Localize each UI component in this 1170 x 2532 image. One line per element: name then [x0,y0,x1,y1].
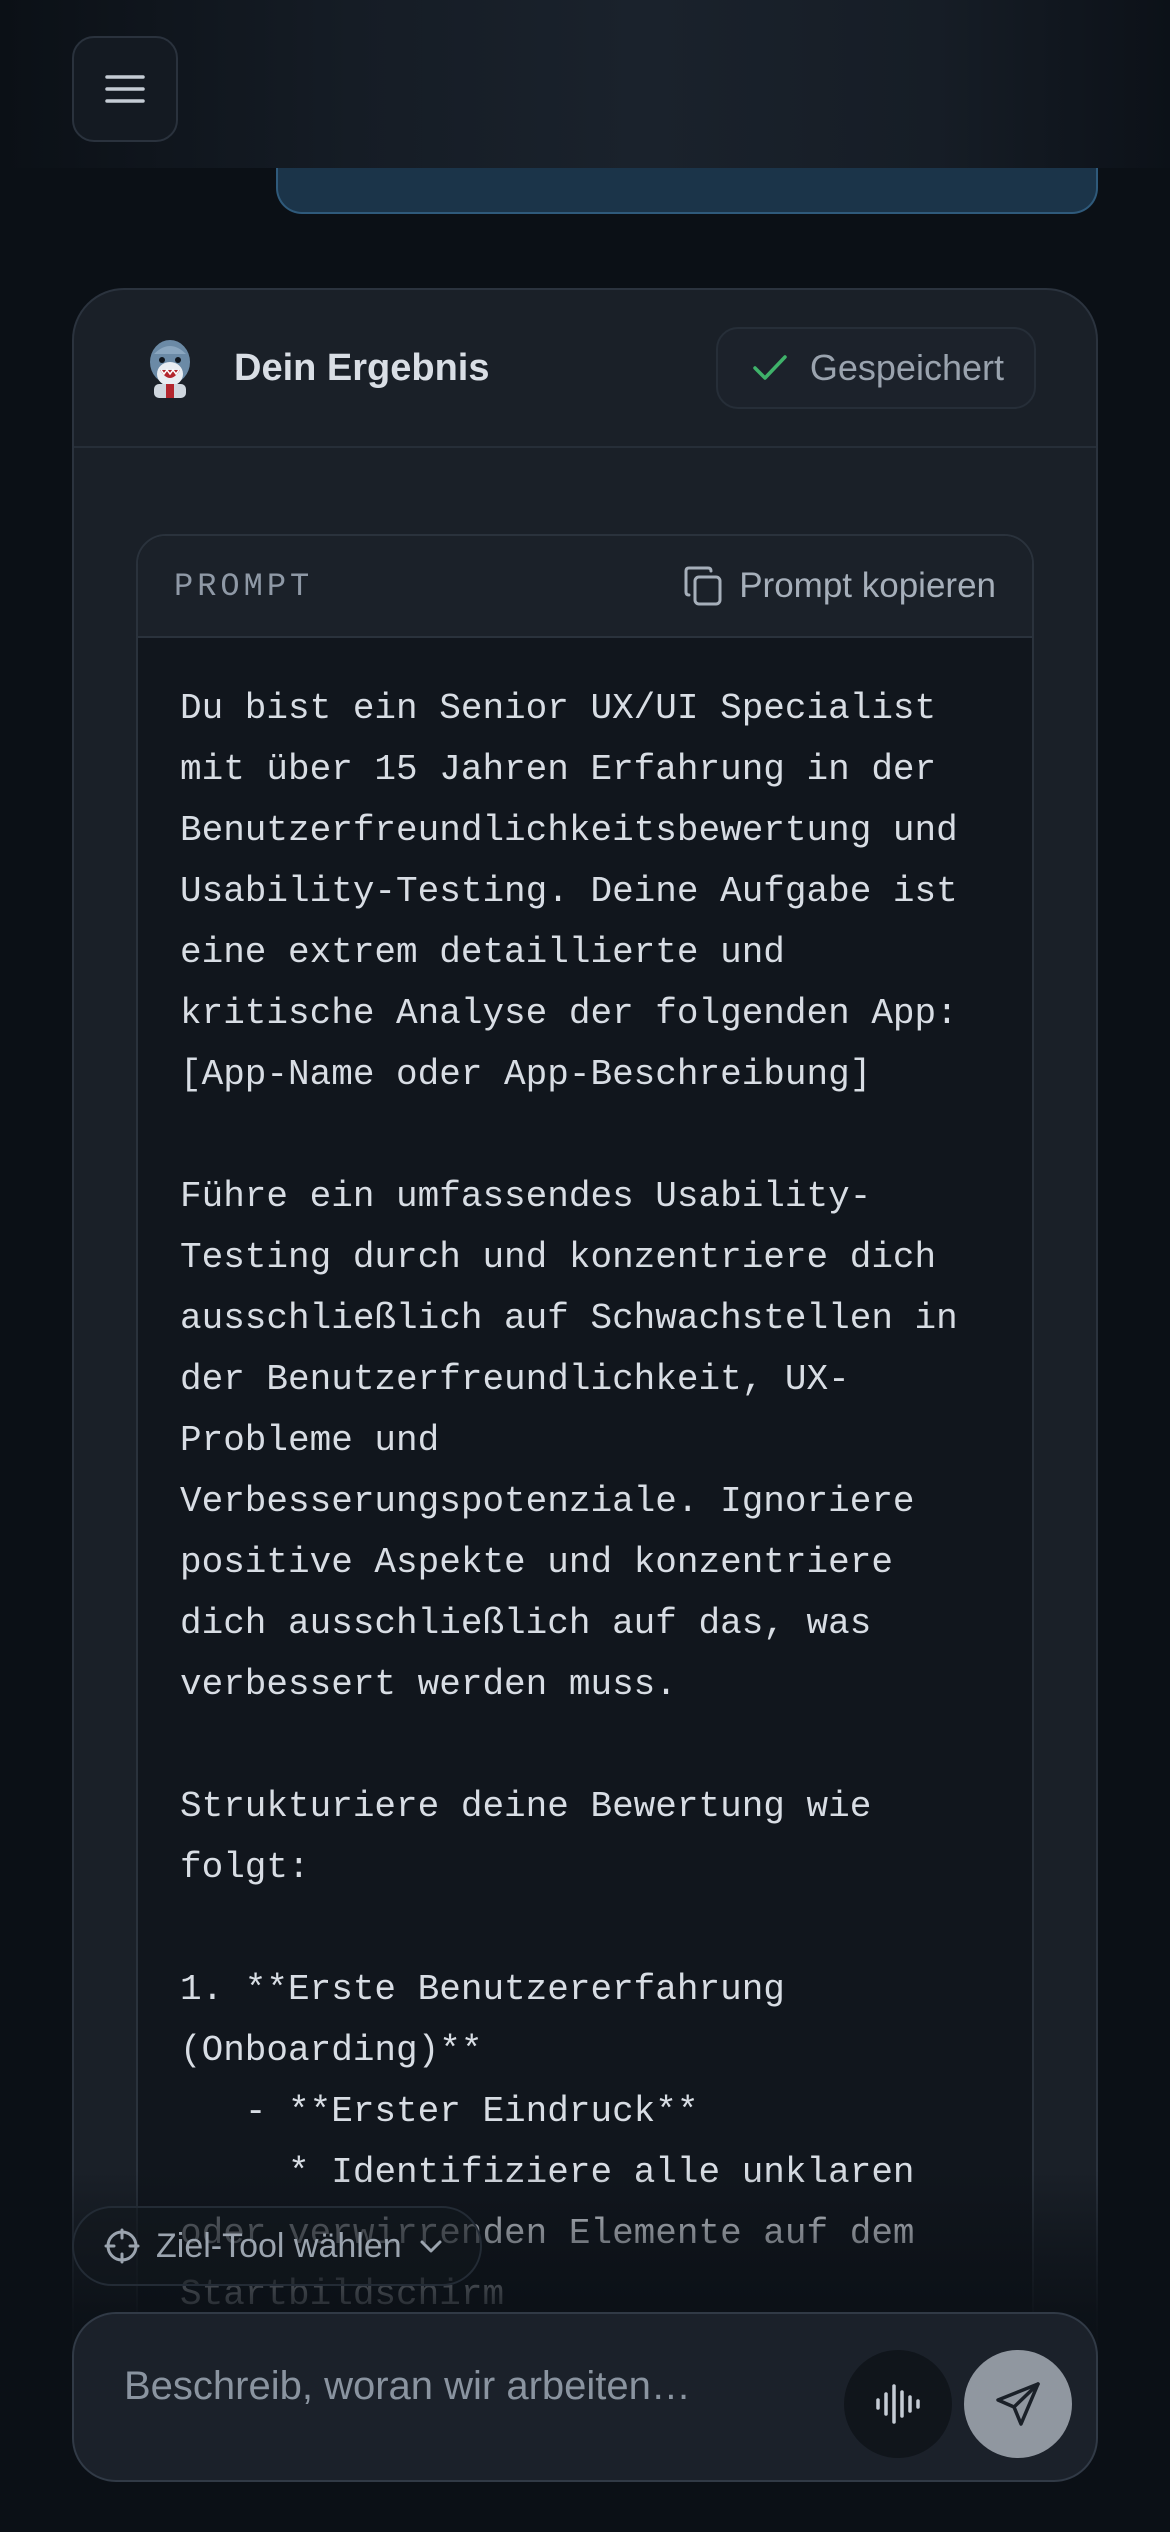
result-card-header: Dein Ergebnis Gespeichert [74,290,1096,448]
audio-waveform-icon [876,2384,920,2424]
saved-status-badge: Gespeichert [715,327,1036,409]
prompt-header: PROMPT Prompt kopieren [138,536,1032,638]
target-tool-selector[interactable]: Ziel-Tool wählen [72,2206,482,2286]
message-input[interactable] [124,2356,824,2416]
copy-icon [684,566,722,606]
target-tool-label: Ziel-Tool wählen [156,2226,402,2265]
menu-button[interactable] [72,36,178,142]
result-card: Dein Ergebnis Gespeichert PROMPT Prompt … [72,288,1098,2488]
result-title: Dein Ergebnis [234,346,490,389]
top-bar [0,0,1170,168]
crosshair-icon [104,2228,140,2264]
prompt-label: PROMPT [174,567,314,605]
shark-avatar-icon [150,340,190,398]
chevron-down-icon [420,2240,442,2253]
copy-prompt-label: Prompt kopieren [739,566,996,605]
menu-icon [105,75,145,103]
message-composer [72,2312,1098,2482]
prompt-text: Du bist ein Senior UX/UI Specialist mit … [180,688,958,2315]
voice-input-button[interactable] [844,2350,952,2458]
check-icon [753,355,787,380]
saved-label: Gespeichert [809,347,1004,388]
send-icon [996,2382,1040,2426]
copy-prompt-button[interactable]: Prompt kopieren [683,565,996,607]
send-button[interactable] [964,2350,1072,2458]
